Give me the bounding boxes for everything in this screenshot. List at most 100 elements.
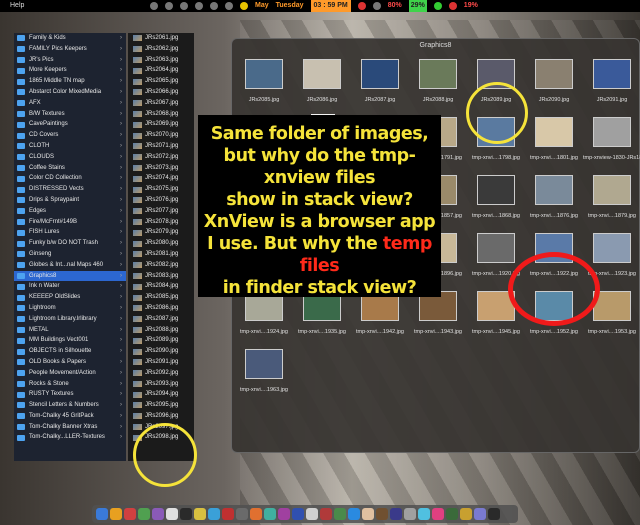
folder-item[interactable]: METAL › [14, 325, 126, 336]
folder-item[interactable]: Color CD Collection › [14, 173, 126, 184]
help-menu[interactable]: Help [10, 0, 24, 12]
file-item[interactable]: JRs2069.jpg [128, 119, 194, 130]
dock-app-icon[interactable] [348, 508, 360, 520]
dock-app-icon[interactable] [250, 508, 262, 520]
dock-app-icon[interactable] [208, 508, 220, 520]
folder-item[interactable]: Stencil Letters & Numbers › [14, 400, 126, 411]
dock-app-icon[interactable] [152, 508, 164, 520]
folder-item[interactable]: OBJECTS in Silhouette › [14, 346, 126, 357]
menubar-month[interactable]: May [255, 0, 269, 12]
file-item[interactable]: JRs2061.jpg [128, 33, 194, 44]
file-item[interactable]: JRs2065.jpg [128, 76, 194, 87]
file-item[interactable]: JRs2084.jpg [128, 281, 194, 292]
dock-app-icon[interactable] [278, 508, 290, 520]
folder-item[interactable]: CD Covers › [14, 130, 126, 141]
dock-app-icon[interactable] [362, 508, 374, 520]
file-item[interactable]: JRs2073.jpg [128, 163, 194, 174]
folder-item[interactable]: CavePaintings › [14, 119, 126, 130]
file-item[interactable]: JRs2091.jpg [128, 357, 194, 368]
file-item[interactable]: JRs2063.jpg [128, 55, 194, 66]
dock-app-icon[interactable] [264, 508, 276, 520]
folder-item[interactable]: People Movement/Action › [14, 368, 126, 379]
file-item[interactable]: JRs2080.jpg [128, 238, 194, 249]
stack-item[interactable]: JRs2088.jpg [409, 53, 467, 111]
file-item[interactable]: JRs2093.jpg [128, 379, 194, 390]
file-item[interactable]: JRs2072.jpg [128, 152, 194, 163]
folder-item[interactable]: Family & Kids › [14, 33, 126, 44]
folder-item[interactable]: CLOTH › [14, 141, 126, 152]
menubar-day[interactable]: Tuesday [276, 0, 304, 12]
dock-app-icon[interactable] [236, 508, 248, 520]
folder-item[interactable]: OLD Books & Papers › [14, 357, 126, 368]
stack-item[interactable]: tmp-xnview-1830-JRs1831.jpg [583, 111, 640, 169]
stack-item[interactable]: tmp-xnvi....1876.jpg [525, 169, 583, 227]
file-item[interactable]: JRs2077.jpg [128, 206, 194, 217]
file-item[interactable]: JRs2066.jpg [128, 87, 194, 98]
dock-app-icon[interactable] [460, 508, 472, 520]
file-item[interactable]: JRs2082.jpg [128, 260, 194, 271]
file-item[interactable]: JRs2068.jpg [128, 109, 194, 120]
folder-item[interactable]: Fire/McFrnt#149B › [14, 217, 126, 228]
stack-item[interactable]: JRs2090.jpg [525, 53, 583, 111]
folder-item[interactable]: Drips & Spraypaint › [14, 195, 126, 206]
dock-app-icon[interactable] [418, 508, 430, 520]
dock-app-icon[interactable] [432, 508, 444, 520]
folder-item[interactable]: Tom-Chalky 45 GritPack › [14, 411, 126, 422]
folder-item[interactable]: Abstarct Color MixedMedia › [14, 87, 126, 98]
file-item[interactable]: JRs2089.jpg [128, 335, 194, 346]
folder-item[interactable]: FAMILY Pics Keepers › [14, 44, 126, 55]
folder-item[interactable]: Ink n Water › [14, 281, 126, 292]
file-item[interactable]: JRs2075.jpg [128, 184, 194, 195]
file-item[interactable]: JRs2071.jpg [128, 141, 194, 152]
folder-item[interactable]: Tom-Chalky...LLER-Textures › [14, 432, 126, 443]
folder-item[interactable]: Ginseng › [14, 249, 126, 260]
cpu-percent[interactable]: 29% [408, 0, 427, 12]
stack-item[interactable]: tmp-xnvi....1801.jpg [525, 111, 583, 169]
menubar-time[interactable]: 03 : 59 PM [310, 0, 351, 12]
dock-app-icon[interactable] [390, 508, 402, 520]
dock-app-icon[interactable] [292, 508, 304, 520]
file-item[interactable]: JRs2067.jpg [128, 98, 194, 109]
folder-item[interactable]: CLOUDS › [14, 152, 126, 163]
folder-item[interactable]: RUSTY Textures › [14, 389, 126, 400]
file-item[interactable]: JRs2064.jpg [128, 65, 194, 76]
file-item[interactable]: JRs2076.jpg [128, 195, 194, 206]
folder-item[interactable]: B/W Textures › [14, 109, 126, 120]
dock-app-icon[interactable] [474, 508, 486, 520]
status-icon-3[interactable] [180, 2, 188, 10]
stack-item[interactable]: tmp-xnvi....1879.jpg [583, 169, 640, 227]
dock-app-icon[interactable] [334, 508, 346, 520]
file-item[interactable]: JRs2070.jpg [128, 130, 194, 141]
folder-item[interactable]: Globes & Int...nal Maps 460 › [14, 260, 126, 271]
folder-item[interactable]: Lightroom › [14, 303, 126, 314]
file-item[interactable]: JRs2094.jpg [128, 389, 194, 400]
status-icon-1[interactable] [150, 2, 158, 10]
dock-app-icon[interactable] [320, 508, 332, 520]
folder-item[interactable]: Graphics8 › [14, 270, 126, 282]
status-icon-4[interactable] [195, 2, 203, 10]
dock-app-icon[interactable] [166, 508, 178, 520]
dock-app-icon[interactable] [96, 508, 108, 520]
status-icon-2[interactable] [165, 2, 173, 10]
other-percent[interactable]: 19% [464, 0, 478, 12]
status-icon-red-2[interactable] [448, 2, 457, 10]
dock-app-icon[interactable] [222, 508, 234, 520]
dock-app-icon[interactable] [488, 508, 500, 520]
status-icon-red[interactable] [357, 2, 366, 10]
file-item[interactable]: JRs2086.jpg [128, 303, 194, 314]
battery-percent[interactable]: 80% [388, 0, 402, 12]
folder-item[interactable]: DISTRESSED Vects › [14, 184, 126, 195]
file-item[interactable]: JRs2087.jpg [128, 314, 194, 325]
file-item[interactable]: JRs2085.jpg [128, 292, 194, 303]
file-item[interactable]: JRs2081.jpg [128, 249, 194, 260]
stack-item[interactable]: JRs2085.jpg [235, 53, 293, 111]
dock-app-icon[interactable] [306, 508, 318, 520]
status-icon-5[interactable] [210, 2, 218, 10]
dock-app-icon[interactable] [180, 508, 192, 520]
stack-item[interactable]: JRs2087.jpg [351, 53, 409, 111]
folder-item[interactable]: KEEEEP OldSlides › [14, 292, 126, 303]
folder-item[interactable]: Funky b/w DO NOT Trash › [14, 238, 126, 249]
file-item[interactable]: JRs2079.jpg [128, 227, 194, 238]
dock-app-icon[interactable] [404, 508, 416, 520]
dock-app-icon[interactable] [124, 508, 136, 520]
